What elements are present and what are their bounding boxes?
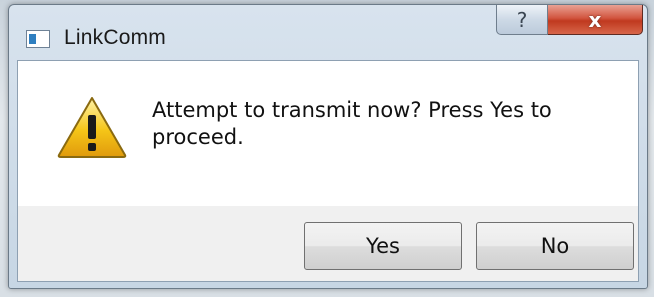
caption-buttons: ? x: [496, 5, 643, 35]
help-button[interactable]: ?: [496, 5, 548, 35]
close-icon: x: [588, 7, 602, 32]
window-title: LinkComm: [64, 26, 166, 49]
title-bar[interactable]: LinkComm ? x: [9, 5, 647, 60]
message-area: Attempt to transmit now? Press Yes to pr…: [18, 61, 638, 206]
dialog-message: Attempt to transmit now? Press Yes to pr…: [152, 98, 552, 149]
dialog-client-area: Attempt to transmit now? Press Yes to pr…: [17, 60, 639, 282]
no-button[interactable]: No: [476, 222, 634, 270]
close-button[interactable]: x: [548, 5, 643, 35]
yes-button[interactable]: Yes: [304, 222, 462, 270]
button-area: Yes No: [18, 206, 638, 281]
dialog-window: LinkComm ? x Attempt to transmit now? Pr…: [8, 4, 648, 289]
app-window-icon: [26, 30, 50, 48]
help-icon: ?: [516, 7, 528, 32]
warning-icon: [57, 97, 127, 158]
